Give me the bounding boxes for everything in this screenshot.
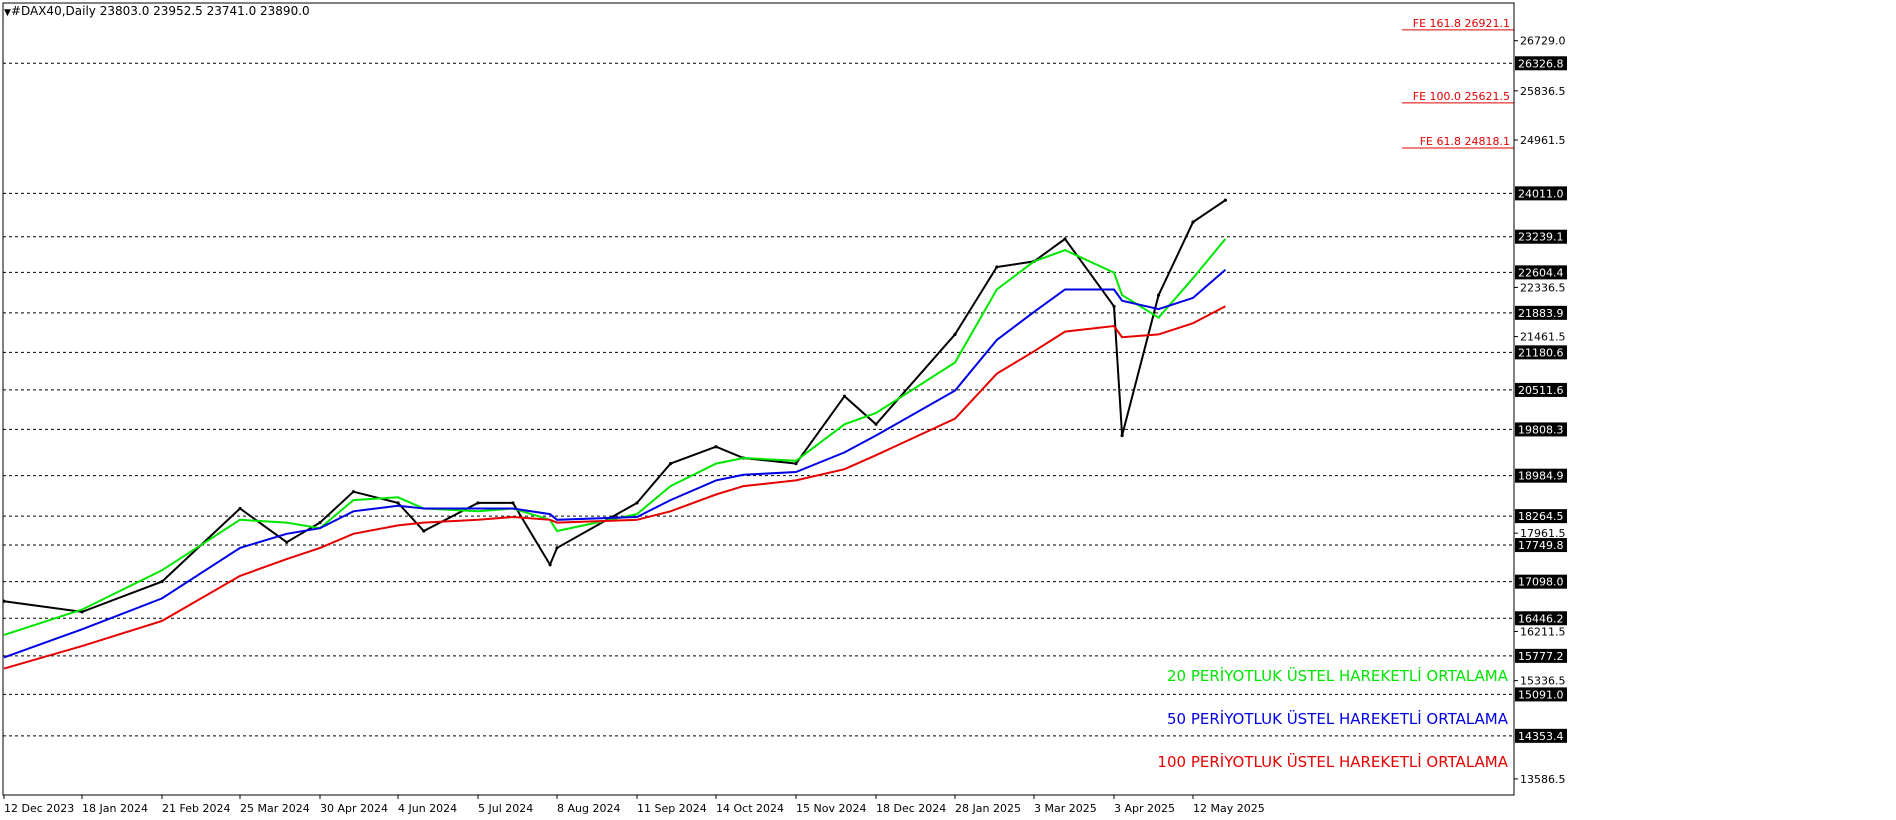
x-tick-label: 18 Jan 2024	[82, 802, 148, 815]
price-point	[511, 501, 515, 505]
price-point	[548, 563, 552, 567]
price-point	[1156, 293, 1161, 297]
price-point	[555, 546, 559, 550]
level-label: 19808.3	[1518, 423, 1564, 436]
y-tick-label: 24961.5	[1520, 134, 1566, 147]
price-point	[1191, 220, 1195, 224]
price-point	[1120, 433, 1124, 438]
moving-average-layer	[3, 238, 1227, 670]
axis-layer: 26729.025836.524961.522336.521461.517961…	[2, 2, 1567, 815]
price-point	[953, 332, 957, 337]
price-point	[1063, 237, 1067, 241]
ma-series-line	[3, 305, 1226, 670]
level-label: 18984.9	[1518, 470, 1564, 483]
level-label: 26326.8	[1518, 57, 1564, 70]
y-tick-label: 26729.0	[1520, 35, 1566, 48]
price-point	[285, 540, 289, 544]
legend-label: 50 PERİYOTLUK ÜSTEL HAREKETLİ ORTALAMA	[1167, 709, 1509, 728]
level-label: 16446.2	[1518, 612, 1564, 625]
price-point	[714, 445, 718, 449]
ma-series-line	[3, 269, 1227, 659]
price-point	[1112, 304, 1116, 308]
level-label: 21180.6	[1518, 346, 1564, 359]
price-point	[668, 461, 673, 466]
level-label: 20511.6	[1518, 384, 1564, 397]
y-tick-label: 15336.5	[1520, 675, 1566, 688]
x-tick-label: 15 Nov 2024	[796, 802, 866, 815]
level-label: 21883.9	[1518, 307, 1564, 320]
x-tick-label: 14 Oct 2024	[716, 802, 784, 815]
x-tick-label: 18 Dec 2024	[876, 802, 946, 815]
x-tick-label: 8 Aug 2024	[557, 802, 620, 815]
x-tick-label: 11 Sep 2024	[637, 802, 707, 815]
fib-label: FE 161.8 26921.1	[1413, 17, 1510, 30]
fibonacci-layer: FE 161.8 26921.1 FE 100.0 25621.5 FE 61.8 …	[1402, 17, 1514, 149]
price-point	[351, 490, 356, 494]
x-tick-label: 12 Dec 2023	[4, 802, 74, 815]
level-label: 17098.0	[1518, 576, 1564, 589]
x-tick-label: 12 May 2025	[1193, 802, 1265, 815]
price-point	[476, 501, 480, 505]
y-tick-label: 13586.5	[1520, 773, 1566, 786]
x-tick-label: 21 Feb 2024	[162, 802, 230, 815]
level-label: 18264.5	[1518, 510, 1564, 523]
y-tick-label: 21461.5	[1520, 331, 1566, 344]
price-point	[238, 506, 242, 511]
y-tick-label: 22336.5	[1520, 281, 1566, 294]
price-line	[3, 199, 1226, 613]
level-label: 22604.4	[1518, 266, 1564, 279]
level-label: 24011.0	[1518, 187, 1564, 200]
grid-layer	[3, 62, 1514, 737]
ma-series-line	[3, 238, 1227, 636]
legend-label: 20 PERİYOTLUK ÜSTEL HAREKETLİ ORTALAMA	[1167, 666, 1509, 685]
price-point	[318, 520, 322, 525]
x-tick-label: 28 Jan 2025	[955, 802, 1021, 815]
level-label: 15091.0	[1518, 688, 1564, 701]
price-point	[874, 422, 878, 426]
level-label: 23239.1	[1518, 231, 1564, 244]
x-tick-label: 5 Jul 2024	[478, 802, 533, 815]
price-point	[422, 529, 426, 533]
x-tick-label: 3 Apr 2025	[1114, 802, 1175, 815]
price-point	[160, 579, 164, 584]
level-label: 17749.8	[1518, 539, 1564, 552]
price-point	[396, 501, 400, 505]
x-tick-label: 30 Apr 2024	[320, 802, 388, 815]
price-point	[794, 461, 798, 466]
x-tick-label: 4 Jun 2024	[398, 802, 457, 815]
x-tick-label: 3 Mar 2025	[1034, 802, 1097, 815]
legend-layer: 20 PERİYOTLUK ÜSTEL HAREKETLİ ORTALAMA 50…	[1157, 666, 1508, 771]
price-point	[1223, 198, 1228, 202]
price-layer	[2, 198, 1228, 614]
y-tick-label: 16211.5	[1520, 625, 1566, 638]
level-label: 14353.4	[1518, 730, 1564, 743]
fib-label: FE 100.0 25621.5	[1413, 90, 1510, 103]
fib-label: FE 61.8 24818.1	[1420, 135, 1510, 148]
level-label: 15777.2	[1518, 650, 1564, 663]
price-point	[635, 501, 639, 505]
price-chart: FE 161.8 26921.1 FE 100.0 25621.5 FE 61.8 …	[2, 2, 1567, 815]
y-tick-label: 25836.5	[1520, 85, 1566, 98]
legend-label: 100 PERİYOTLUK ÜSTEL HAREKETLİ ORTALAMA	[1157, 752, 1508, 771]
x-tick-label: 25 Mar 2024	[240, 802, 310, 815]
price-point	[842, 394, 847, 398]
price-point	[995, 265, 999, 269]
